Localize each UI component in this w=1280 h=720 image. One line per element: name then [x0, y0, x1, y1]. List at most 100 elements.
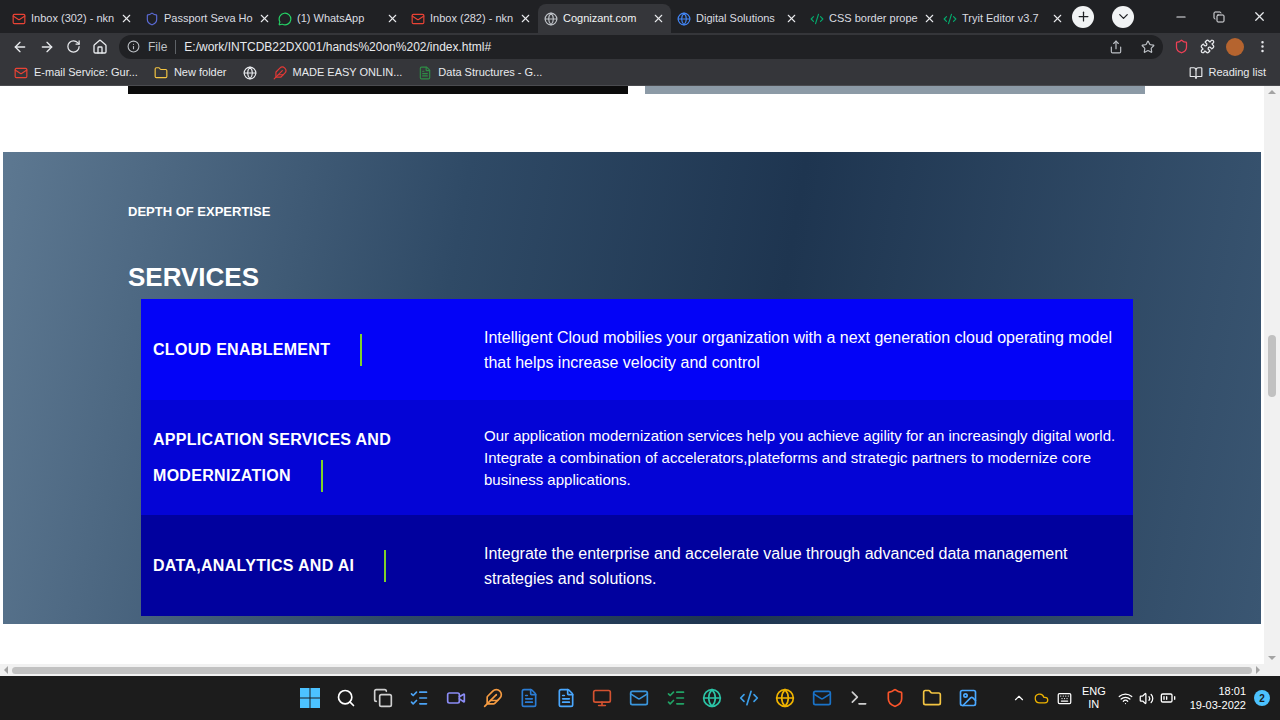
- taskbar-app[interactable]: [914, 680, 951, 716]
- taskbar-app[interactable]: [767, 680, 804, 716]
- browser-tab[interactable]: CSS border prope: [804, 4, 937, 33]
- close-tab-icon[interactable]: [652, 12, 665, 25]
- taskbar-app[interactable]: [657, 680, 694, 716]
- chevron-up-icon[interactable]: [1012, 691, 1026, 705]
- close-tab-icon[interactable]: [258, 12, 271, 25]
- wifi-icon[interactable]: [1118, 691, 1133, 706]
- teams-chat-icon: [446, 688, 466, 708]
- outlook-icon: [812, 688, 832, 708]
- new-tab-button[interactable]: [1072, 6, 1094, 28]
- taskbar-app[interactable]: [548, 680, 585, 716]
- bookmark[interactable]: New folder: [154, 64, 227, 81]
- taskbar-app[interactable]: [474, 680, 511, 716]
- tab-search-button[interactable]: [1112, 6, 1134, 28]
- tab-title: Passport Seva Ho: [164, 10, 253, 27]
- browser-tab[interactable]: (1) WhatsApp: [272, 4, 405, 33]
- pocket-icon[interactable]: [1174, 39, 1189, 54]
- close-tab-icon[interactable]: [386, 12, 399, 25]
- close-window-button[interactable]: [1238, 0, 1280, 33]
- horizontal-scrollbar[interactable]: [0, 664, 1280, 676]
- reload-icon[interactable]: [66, 39, 81, 54]
- service-row[interactable]: APPLICATION SERVICES AND MODERNIZATION Ou…: [141, 400, 1133, 515]
- taskbar-app[interactable]: [365, 680, 402, 716]
- reading-list[interactable]: Reading list: [1189, 64, 1266, 81]
- menu-icon[interactable]: [1255, 39, 1270, 54]
- w3schools-icon: [943, 12, 957, 26]
- star-icon[interactable]: [1141, 40, 1155, 54]
- browser-tab[interactable]: Cognizant.com: [538, 4, 671, 33]
- extensions-icon[interactable]: [1200, 39, 1215, 54]
- scroll-thumb[interactable]: [12, 667, 1252, 674]
- reading-list-icon: [1189, 66, 1203, 80]
- taskbar-app[interactable]: [694, 680, 731, 716]
- battery-icon[interactable]: [1160, 690, 1176, 706]
- service-description: Our application modernization services h…: [484, 425, 1120, 491]
- taskbar-app[interactable]: [511, 680, 548, 716]
- accent-bar: [384, 550, 386, 582]
- browser-tab[interactable]: Digital Solutions: [671, 4, 804, 33]
- toolbar: FileE:/work/INTCDB22DX001/hands%20on%202…: [0, 33, 1280, 60]
- taskbar-app[interactable]: [950, 680, 987, 716]
- onedrive-icon[interactable]: [1034, 691, 1049, 706]
- browser-tab[interactable]: Inbox (282) - nkn: [405, 4, 538, 33]
- clock[interactable]: 18:0119-03-2022: [1190, 684, 1246, 712]
- taskbar-app[interactable]: [328, 680, 365, 716]
- chrome-icon: [775, 688, 795, 708]
- service-title: APPLICATION SERVICES AND MODERNIZATION: [153, 431, 391, 484]
- taskbar-app[interactable]: [621, 680, 658, 716]
- tab-title: Cognizant.com: [563, 10, 647, 27]
- tab-title: Tryit Editor v3.7: [962, 10, 1046, 27]
- taskbar-app[interactable]: [804, 680, 841, 716]
- taskbar-app[interactable]: [731, 680, 768, 716]
- taskbar: ENGIN 18:0119-03-2022 2: [0, 676, 1280, 720]
- service-row[interactable]: CLOUD ENABLEMENTIntelligent Cloud mobili…: [141, 299, 1133, 400]
- bookmark[interactable]: Data Structures - G...: [418, 64, 542, 81]
- forward-icon[interactable]: [39, 39, 55, 55]
- close-tab-icon[interactable]: [923, 12, 936, 25]
- taskbar-app[interactable]: [877, 680, 914, 716]
- search-icon: [336, 688, 356, 708]
- bookmarks-bar: E-mail Service: Gur... New folder MADE EAS…: [0, 60, 1280, 86]
- taskbar-app[interactable]: [401, 680, 438, 716]
- page: DEPTH OF EXPERTISESERVICESCLOUD ENABLEME…: [0, 86, 1264, 664]
- avatar-icon[interactable]: [1226, 38, 1244, 56]
- taskbar-app[interactable]: [584, 680, 621, 716]
- browser-tab[interactable]: Tryit Editor v3.7: [937, 4, 1070, 33]
- services-list: CLOUD ENABLEMENTIntelligent Cloud mobili…: [141, 299, 1133, 616]
- taskbar-app[interactable]: [438, 680, 475, 716]
- tab-strip: Inbox (302) - nkn Passport Seva Ho (1) Wha…: [0, 0, 1280, 33]
- close-tab-icon[interactable]: [519, 12, 532, 25]
- browser-tab[interactable]: Inbox (302) - nkn: [6, 4, 139, 33]
- back-icon[interactable]: [12, 39, 28, 55]
- vertical-scrollbar[interactable]: [1264, 86, 1280, 664]
- share-icon[interactable]: [1109, 40, 1123, 54]
- services-hero: DEPTH OF EXPERTISESERVICESCLOUD ENABLEME…: [3, 152, 1261, 624]
- keyboard-icon[interactable]: [1057, 691, 1072, 706]
- close-tab-icon[interactable]: [1051, 12, 1064, 25]
- home-icon[interactable]: [92, 39, 108, 55]
- omnibox[interactable]: FileE:/work/INTCDB22DX001/hands%20on%202…: [119, 35, 1163, 59]
- close-tab-icon[interactable]: [785, 12, 798, 25]
- restore-button[interactable]: [1200, 0, 1238, 33]
- service-title: CLOUD ENABLEMENT: [153, 341, 330, 358]
- mail-icon: [14, 66, 28, 80]
- notification-badge[interactable]: 2: [1254, 690, 1270, 706]
- edge-icon: [702, 688, 722, 708]
- scroll-thumb[interactable]: [1268, 335, 1276, 397]
- close-tab-icon[interactable]: [120, 12, 133, 25]
- image-block: [645, 86, 1145, 94]
- globe-bookmark-icon[interactable]: [243, 66, 257, 80]
- browser-tab[interactable]: Passport Seva Ho: [139, 4, 272, 33]
- w3schools-icon: [810, 12, 824, 26]
- minimize-button[interactable]: [1162, 0, 1200, 33]
- volume-icon[interactable]: [1139, 691, 1154, 706]
- taskbar-app[interactable]: [840, 680, 877, 716]
- explorer-icon: [922, 688, 942, 708]
- start-button[interactable]: [292, 680, 328, 716]
- bookmark[interactable]: E-mail Service: Gur...: [14, 64, 138, 81]
- service-row[interactable]: DATA,ANALYTICS AND AIIntegrate the enter…: [141, 515, 1133, 616]
- info-icon[interactable]: [127, 40, 140, 53]
- bookmark[interactable]: MADE EASY ONLIN...: [273, 64, 403, 81]
- accent-bar: [360, 334, 362, 366]
- language-indicator[interactable]: ENGIN: [1082, 685, 1106, 711]
